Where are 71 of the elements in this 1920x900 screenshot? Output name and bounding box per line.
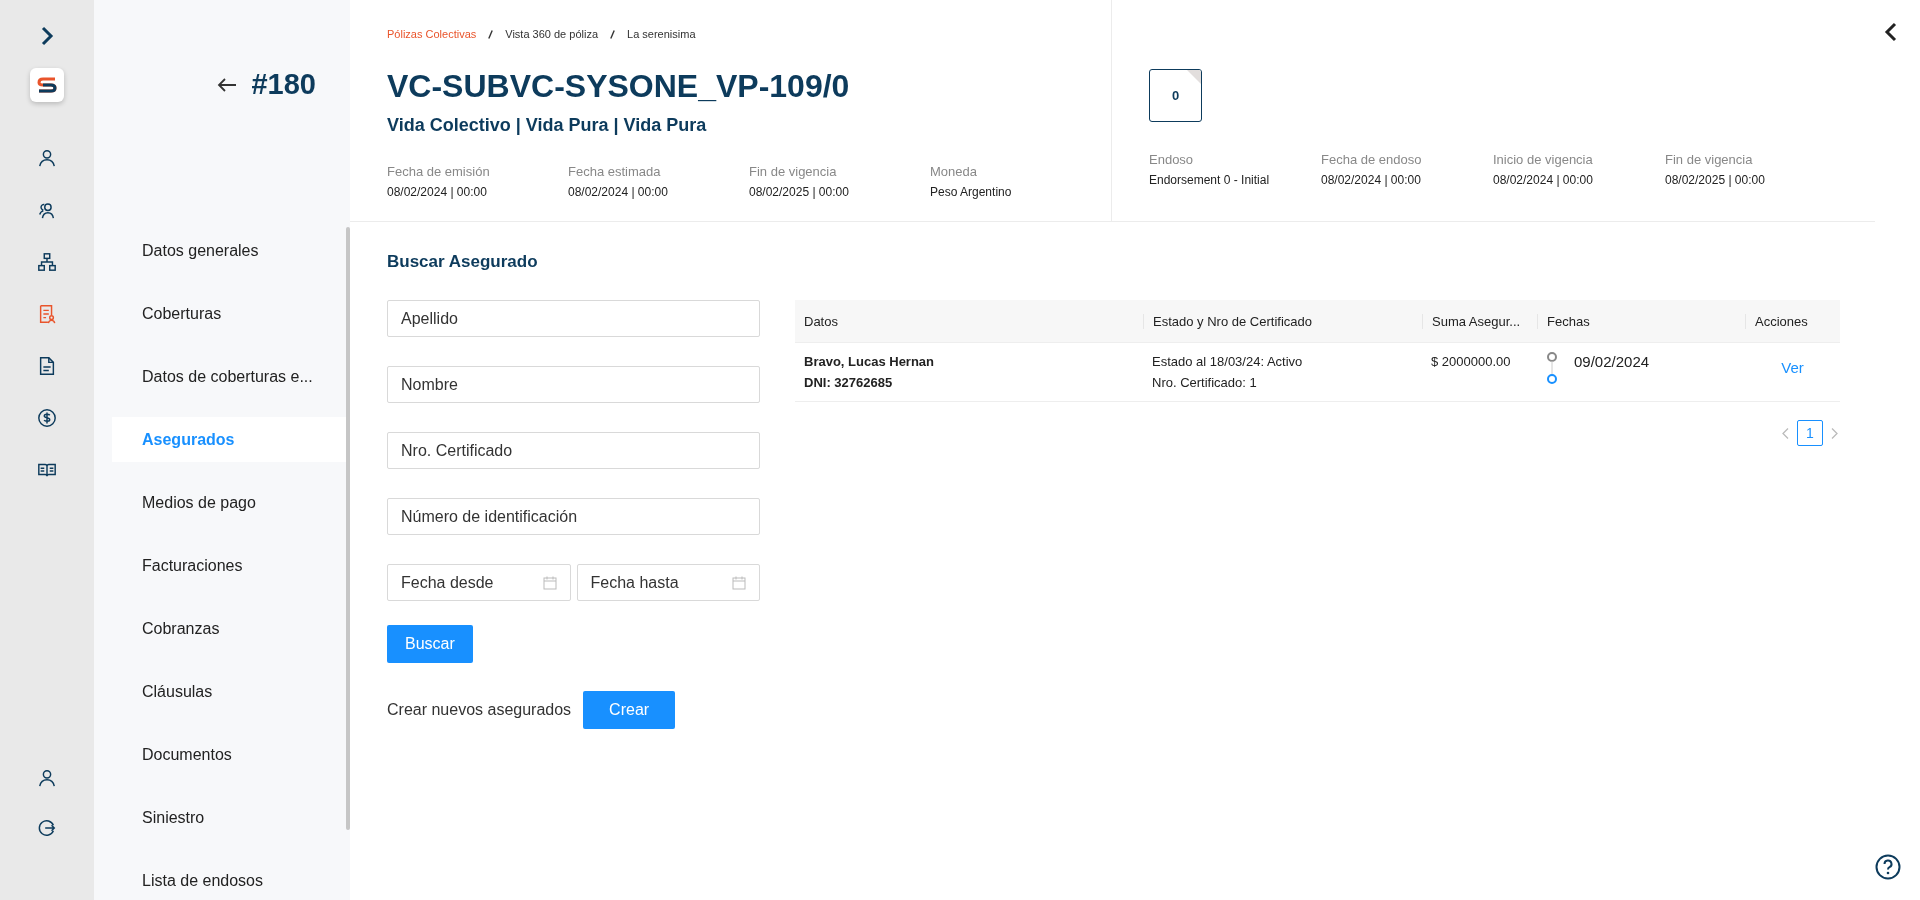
event-date: 09/02/2024 xyxy=(1574,352,1650,372)
field-label: Fecha estimada xyxy=(568,164,662,179)
create-label: Crear nuevos asegurados xyxy=(387,701,572,719)
dollar-icon[interactable] xyxy=(37,408,57,428)
sitemap-icon[interactable] xyxy=(37,252,57,272)
field-value: 08/02/2024 | 00:00 xyxy=(1321,173,1422,187)
logout-icon[interactable] xyxy=(37,818,57,838)
policy-title: VC-SUBVC-SYSONE_VP-109/0 xyxy=(387,68,851,105)
column-header: Datos xyxy=(803,313,839,329)
sidebar-item[interactable]: Coberturas xyxy=(94,291,350,336)
field-label: Fin de vigencia xyxy=(1665,152,1754,167)
breadcrumb-link[interactable]: Pólizas Colectivas xyxy=(387,28,477,40)
column-header: Acciones xyxy=(1745,313,1840,329)
breadcrumb-separator-icon xyxy=(488,29,494,39)
field-value: Peso Argentino xyxy=(930,185,1013,199)
breadcrumb-separator-icon xyxy=(610,29,616,39)
user-icon[interactable] xyxy=(37,148,57,168)
insured-id: DNI: 32762685 xyxy=(804,374,894,392)
calendar-icon xyxy=(542,576,557,590)
insured-amount: $ 2000000.00 xyxy=(1431,353,1512,371)
field-value: 08/02/2024 | 00:00 xyxy=(387,185,488,199)
field-label: Fin de vigencia xyxy=(749,164,838,179)
sidebar-item[interactable]: Cobranzas xyxy=(94,606,350,651)
input-field[interactable]: Apellido xyxy=(387,300,760,337)
document-icon[interactable] xyxy=(37,356,57,376)
column-header: Suma Asegur... xyxy=(1422,313,1537,329)
field-label: Inicio de vigencia xyxy=(1493,152,1594,167)
scrollbar[interactable] xyxy=(346,227,350,830)
user-icon[interactable] xyxy=(37,768,57,788)
field-value: 08/02/2025 | 00:00 xyxy=(1665,173,1766,187)
certificate-number: Nro. Certificado: 1 xyxy=(1152,374,1258,392)
input-field[interactable]: Nombre xyxy=(387,366,760,403)
field-value: 08/02/2025 | 00:00 xyxy=(749,185,850,199)
logo-icon[interactable] xyxy=(30,68,64,102)
users-icon[interactable] xyxy=(37,200,57,220)
column-header: Fechas xyxy=(1537,313,1745,329)
timeline-drawing xyxy=(1546,351,1558,385)
field-label: Fecha de endoso xyxy=(1321,152,1423,167)
calendar-icon xyxy=(732,576,746,590)
document-user-icon[interactable] xyxy=(37,304,57,324)
breadcrumb-item: La serenisima xyxy=(627,28,696,40)
sidebar-item[interactable]: Datos de coberturas e... xyxy=(94,354,350,399)
field-value: Endorsement 0 - Initial xyxy=(1149,173,1271,187)
input-field[interactable]: Nro. Certificado xyxy=(387,432,760,469)
endorsement-badge[interactable]: 0 xyxy=(1149,69,1202,122)
column-header: Estado y Nro de Certificado xyxy=(1143,313,1422,329)
date-field[interactable]: Fecha hasta xyxy=(576,564,760,601)
chevron-left-icon[interactable] xyxy=(1884,22,1898,42)
sidebar-item[interactable]: Documentos xyxy=(94,732,350,777)
sidebar-item[interactable]: Datos generales xyxy=(94,228,350,273)
section-title: Buscar Asegurado xyxy=(387,252,539,272)
breadcrumb-item: Vista 360 de póliza xyxy=(505,28,599,40)
field-label: Endoso xyxy=(1149,152,1195,167)
chevron-right-icon[interactable] xyxy=(40,26,54,46)
sidebar-item[interactable]: Medios de pago xyxy=(94,480,350,525)
policy-number: #180 xyxy=(251,68,316,101)
field-value: 08/02/2024 | 00:00 xyxy=(568,185,669,199)
sidebar-item[interactable]: Siniestro xyxy=(94,795,350,840)
policy-subtitle: Vida Colectivo | Vida Pura | Vida Pura xyxy=(387,115,708,136)
field-value: 08/02/2024 | 00:00 xyxy=(1493,173,1594,187)
input-field[interactable]: Número de identificación xyxy=(387,498,760,535)
date-field[interactable]: Fecha desde xyxy=(387,564,571,601)
help-icon[interactable] xyxy=(1875,854,1901,880)
arrow-left-icon[interactable] xyxy=(217,76,238,93)
sidebar-item[interactable]: Lista de endosos xyxy=(94,858,350,900)
certificate-status: Estado al 18/03/24: Activo xyxy=(1152,353,1304,371)
field-label: Moneda xyxy=(930,164,978,179)
sidebar-item[interactable]: Cláusulas xyxy=(94,669,350,714)
sidebar-item[interactable]: Facturaciones xyxy=(94,543,350,588)
field-label: Fecha de emisión xyxy=(387,164,491,179)
insured-name: Bravo, Lucas Hernan xyxy=(804,353,936,371)
